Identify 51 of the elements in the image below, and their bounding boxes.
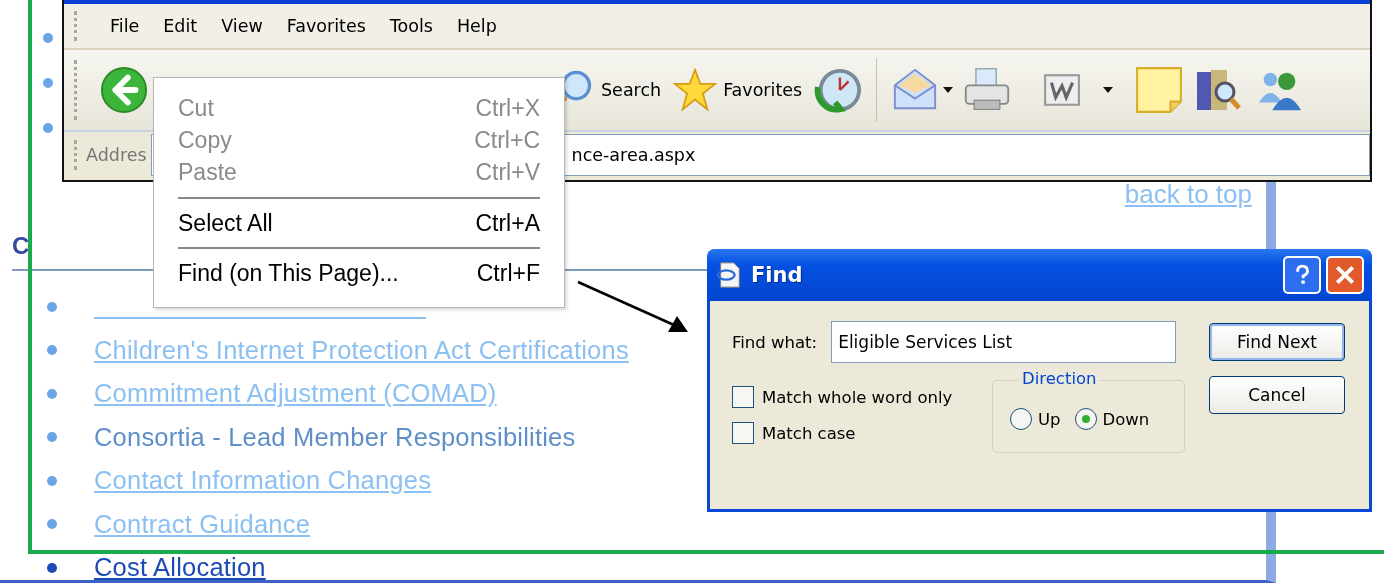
- menu-item-label: Select All: [178, 209, 273, 237]
- bullet-icon: [47, 519, 57, 530]
- menu-item-label: Cut: [178, 94, 214, 122]
- radio-label: Down: [1102, 409, 1150, 429]
- menu-item[interactable]: File: [102, 16, 148, 36]
- help-button[interactable]: [1283, 256, 1321, 294]
- dialog-title: Find: [751, 263, 803, 287]
- menu-item[interactable]: Select All Ctrl+A: [178, 208, 540, 238]
- checkbox[interactable]: [732, 386, 754, 408]
- radio-button[interactable]: [1010, 408, 1032, 430]
- checkbox-label: Match whole word only: [762, 387, 953, 407]
- bullet-icon: [47, 388, 57, 399]
- dialog-button[interactable]: Cancel: [1209, 376, 1345, 414]
- bullet-icon: [47, 301, 57, 312]
- checkbox[interactable]: [732, 422, 754, 444]
- close-button[interactable]: [1326, 256, 1364, 294]
- section-heading: C: [12, 232, 30, 259]
- shortcut-text: Ctrl+X: [475, 94, 540, 122]
- radio-label: Up: [1038, 409, 1061, 429]
- find-what-label: Find what:: [732, 332, 818, 352]
- bullet-icon: [47, 475, 57, 486]
- menu-item[interactable]: Help: [448, 16, 505, 36]
- document-icon[interactable]: [1043, 71, 1082, 109]
- menu-item[interactable]: Tools: [381, 16, 441, 36]
- caret-icon[interactable]: [943, 87, 954, 93]
- menu-item[interactable]: Favorites: [278, 16, 374, 36]
- bullet-icon: [43, 78, 53, 88]
- favorites-button[interactable]: Favorites: [673, 68, 815, 112]
- bullet-icon: [47, 432, 57, 443]
- page-link[interactable]: Cost Allocation: [94, 553, 266, 583]
- find-what-field[interactable]: Eligible Services List: [831, 321, 1177, 363]
- dialog-button[interactable]: Find Next: [1209, 323, 1345, 361]
- shortcut-text: Ctrl+A: [475, 209, 540, 237]
- close-icon: [1334, 264, 1356, 286]
- menu-item[interactable]: View: [213, 16, 271, 36]
- star-icon: [673, 68, 718, 112]
- history-icon[interactable]: [814, 66, 863, 114]
- bullet-icon: [47, 345, 57, 356]
- menu-item-label: Find (on This Page)...: [178, 259, 399, 287]
- menu-item[interactable]: Edit: [155, 16, 206, 36]
- radio-button[interactable]: [1074, 408, 1097, 430]
- menu-item[interactable]: Find (on This Page)... Ctrl+F: [178, 258, 540, 288]
- checkbox-label: Match case: [762, 423, 856, 443]
- bullet-icon: [43, 33, 53, 43]
- bullet-icon: [43, 123, 53, 133]
- caret-icon[interactable]: [1103, 87, 1114, 93]
- shortcut-text: Ctrl+F: [476, 259, 540, 287]
- bullet-icon: [47, 562, 57, 573]
- list-item-text: Consortia - Lead Member Responsibilities: [94, 422, 576, 452]
- document-icon: [715, 261, 743, 289]
- address-label: Addres: [86, 145, 147, 165]
